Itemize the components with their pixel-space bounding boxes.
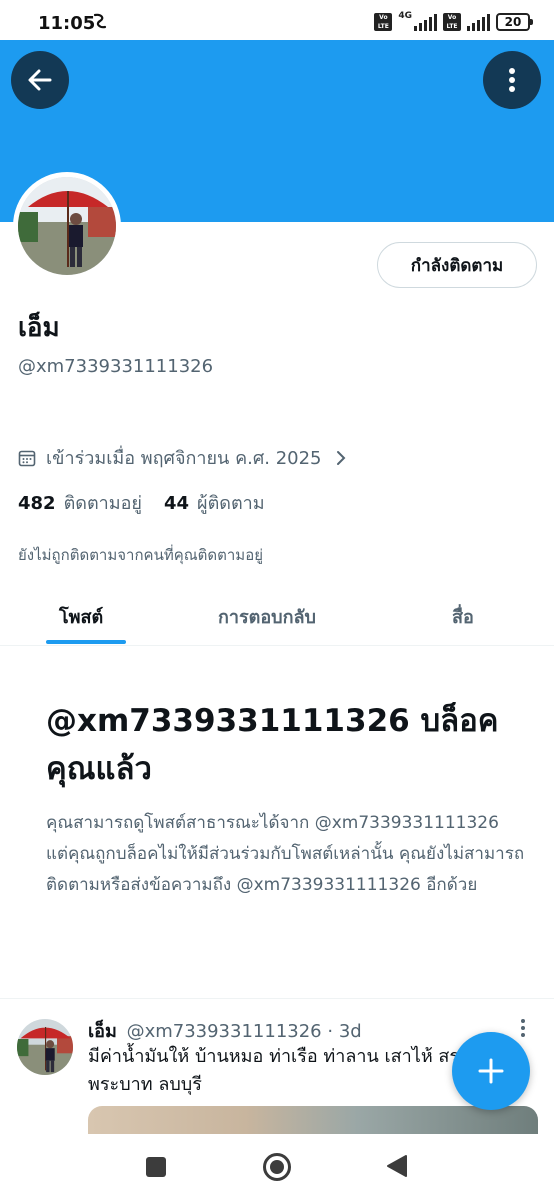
- not-followed-note: ยังไม่ถูกติดตามจากคนที่คุณติดตามอยู่: [18, 546, 263, 564]
- calendar-icon: [18, 450, 36, 466]
- profile-avatar[interactable]: [13, 172, 121, 280]
- following-label: ติดตามอยู่: [63, 493, 142, 514]
- tweet-more-button[interactable]: [520, 1018, 526, 1042]
- tab-media[interactable]: สื่อ: [452, 602, 474, 631]
- chevron-right-icon: [336, 450, 345, 465]
- following-button[interactable]: กำลังติดตาม: [377, 242, 537, 288]
- tweet-time: 3d: [338, 1021, 362, 1042]
- compose-button[interactable]: [452, 1032, 530, 1110]
- system-back-button[interactable]: [386, 1154, 408, 1182]
- followers-count: 44: [163, 493, 190, 514]
- signal-icon: [414, 13, 437, 31]
- profile-tabs: โพสต์ การตอบกลับ สื่อ: [0, 588, 554, 646]
- tab-posts[interactable]: โพสต์: [59, 602, 103, 631]
- battery-icon: 20: [496, 13, 533, 31]
- tweet-separator: ·: [327, 1021, 334, 1042]
- profile-name: เอ็ม: [18, 313, 60, 343]
- followers-stat[interactable]: 44 ผู้ติดตาม: [164, 488, 265, 517]
- status-indicators: Vo LTE 4G Vo LTE 20: [374, 11, 533, 33]
- back-arrow-icon: [28, 69, 52, 91]
- status-time: 11:05: [38, 13, 96, 34]
- back-button[interactable]: [11, 51, 69, 109]
- network-type: 4G: [398, 11, 412, 21]
- tweet-author-handle: @xm7339331111326: [126, 1021, 322, 1042]
- more-vertical-icon: [521, 1019, 525, 1037]
- volte-icon: Vo LTE: [374, 13, 393, 31]
- followers-label: ผู้ติดตาม: [197, 493, 265, 514]
- plus-icon: [478, 1058, 504, 1084]
- profile-handle: @xm7339331111326: [18, 356, 214, 377]
- tweet-header: เอ็ม @xm7339331111326 · 3d: [88, 1016, 362, 1045]
- avatar-image: [18, 177, 116, 275]
- join-date[interactable]: เข้าร่วมเมื่อ พฤศจิกายน ค.ศ. 2025: [18, 443, 346, 472]
- home-icon: [263, 1153, 291, 1181]
- tweet-author-name[interactable]: เอ็ม: [88, 1021, 117, 1042]
- follow-stats: 482 ติดตามอยู่ 44 ผู้ติดตาม: [18, 488, 265, 517]
- system-nav-bar: [0, 1134, 554, 1200]
- following-count: 482: [18, 493, 56, 514]
- divider: [0, 998, 554, 999]
- notification-icon: [92, 12, 108, 34]
- tab-replies[interactable]: การตอบกลับ: [218, 602, 316, 631]
- more-options-button[interactable]: [483, 51, 541, 109]
- tweet-avatar[interactable]: [17, 1019, 73, 1075]
- status-bar: 11:05 Vo LTE 4G Vo LTE 20: [0, 0, 554, 40]
- recent-apps-button[interactable]: [145, 1156, 167, 1182]
- following-stat[interactable]: 482 ติดตามอยู่: [18, 488, 142, 517]
- home-button[interactable]: [262, 1152, 292, 1186]
- tab-indicator: [46, 640, 126, 644]
- back-triangle-icon: [387, 1155, 407, 1177]
- blocked-description: คุณสามารถดูโพสต์สาธารณะได้จาก @xm7339331…: [46, 813, 525, 895]
- blocked-title: @xm7339331111326 บล็อคคุณแล้ว: [46, 703, 499, 787]
- signal-icon-2: [467, 13, 490, 31]
- more-vertical-icon: [509, 68, 515, 92]
- recent-apps-icon: [146, 1157, 166, 1177]
- join-date-text: เข้าร่วมเมื่อ พฤศจิกายน ค.ศ. 2025: [46, 448, 322, 469]
- volte-icon-2: Vo LTE: [443, 13, 461, 31]
